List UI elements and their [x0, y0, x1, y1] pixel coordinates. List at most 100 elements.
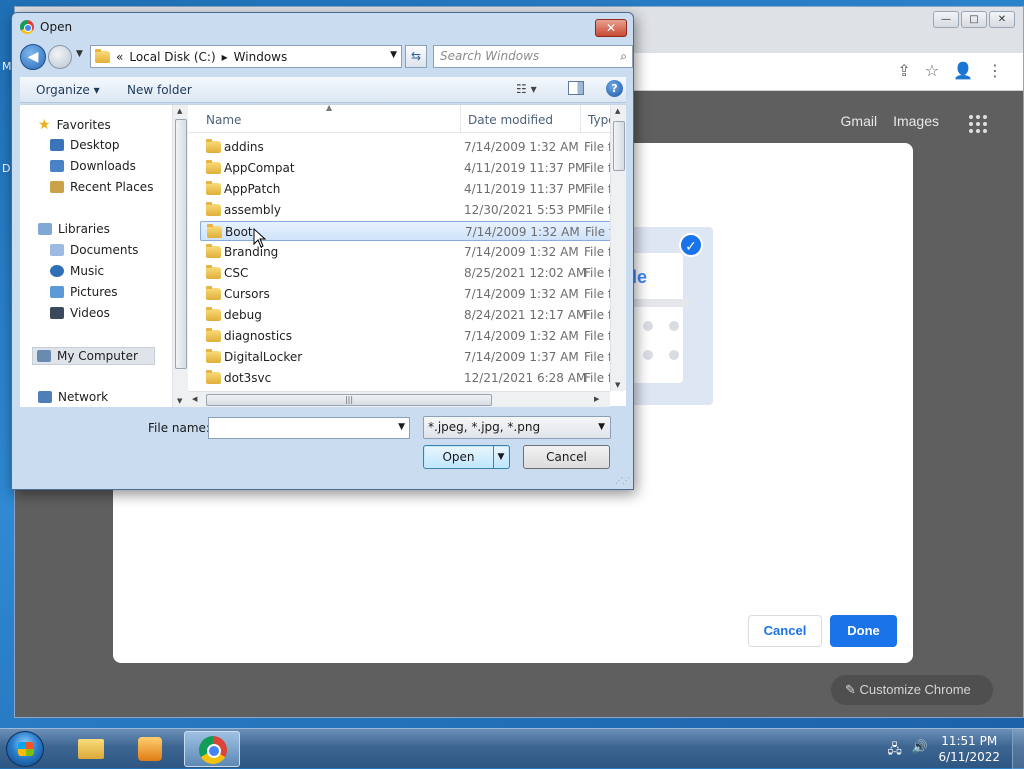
- file-row[interactable]: diagnostics7/14/2009 1:32 AMFile folder: [200, 326, 626, 346]
- network-tray-icon[interactable]: 🖧: [887, 740, 902, 762]
- preview-pane-icon[interactable]: [568, 81, 584, 95]
- column-name[interactable]: Name: [206, 113, 241, 127]
- nav-network[interactable]: Network: [38, 390, 108, 404]
- nav-desktop[interactable]: Desktop: [50, 138, 120, 152]
- file-row[interactable]: debug8/24/2021 12:17 AMFile folder: [200, 305, 626, 325]
- volume-icon[interactable]: 🔊: [912, 740, 928, 762]
- scroll-down-icon[interactable]: ▼: [615, 381, 620, 389]
- breadcrumb-separator[interactable]: ▸: [222, 50, 228, 64]
- folder-icon: [206, 328, 221, 342]
- start-button[interactable]: [6, 731, 44, 767]
- folder-icon: [78, 739, 104, 759]
- breadcrumb-local-disk[interactable]: Local Disk (C:): [129, 50, 215, 64]
- dialog-cancel-button[interactable]: Cancel: [523, 445, 610, 469]
- share-icon[interactable]: ⇪: [897, 61, 910, 80]
- close-button[interactable]: ✕: [989, 11, 1015, 28]
- file-row[interactable]: addins7/14/2009 1:32 AMFile folder: [200, 137, 626, 157]
- nav-pictures[interactable]: Pictures: [50, 285, 118, 299]
- filename-dropdown-icon[interactable]: ▼: [398, 422, 405, 432]
- show-desktop-button[interactable]: [1012, 729, 1024, 769]
- view-options-icon[interactable]: ☷ ▾: [516, 82, 537, 96]
- nav-libraries[interactable]: Libraries: [38, 222, 110, 236]
- scroll-down-icon[interactable]: ▼: [177, 397, 182, 405]
- filename-field[interactable]: ▼: [208, 417, 410, 439]
- taskbar: 🖧 🔊 11:51 PM 6/11/2022: [0, 728, 1024, 769]
- maximize-button[interactable]: □: [961, 11, 987, 28]
- customize-chrome-button[interactable]: ✎ Customize Chrome: [831, 675, 993, 705]
- resize-grip-icon[interactable]: ⋰⋰: [615, 476, 630, 485]
- file-row[interactable]: dot3svc12/21/2021 6:28 AMFile folder: [200, 368, 626, 388]
- nav-my-computer[interactable]: My Computer: [32, 347, 155, 365]
- navigation-bar: ◀ ▼ « Local Disk (C:) ▸ Windows ▼ ⇆ Sear…: [20, 43, 633, 71]
- modal-cancel-button[interactable]: Cancel: [748, 615, 822, 647]
- scrollbar-thumb[interactable]: [175, 119, 187, 369]
- address-dropdown-icon[interactable]: ▼: [390, 50, 397, 60]
- filetype-select[interactable]: *.jpeg, *.jpg, *.png ▼: [423, 416, 611, 439]
- scroll-up-icon[interactable]: ▲: [615, 107, 620, 115]
- file-date: 7/14/2009 1:32 AM: [465, 225, 580, 239]
- taskbar-explorer[interactable]: [62, 731, 118, 767]
- nav-music[interactable]: Music: [50, 264, 104, 278]
- address-bar[interactable]: « Local Disk (C:) ▸ Windows ▼: [90, 45, 402, 68]
- file-row[interactable]: CSC8/25/2021 12:02 AMFile folder: [200, 263, 626, 283]
- recent-locations-dropdown[interactable]: ▼: [76, 49, 83, 59]
- column-date-modified[interactable]: Date modified: [468, 113, 553, 127]
- address-overflow[interactable]: «: [116, 50, 123, 64]
- refresh-icon[interactable]: ⇆: [405, 45, 427, 68]
- nav-favorites[interactable]: ★ Favorites: [38, 117, 111, 133]
- taskbar-chrome[interactable]: [184, 731, 240, 767]
- taskbar-media-player[interactable]: [122, 731, 178, 767]
- filetype-dropdown-icon[interactable]: ▼: [598, 417, 605, 438]
- nav-downloads[interactable]: Downloads: [50, 159, 136, 173]
- file-row[interactable]: AppCompat4/11/2019 11:37 PMFile folder: [200, 158, 626, 178]
- file-name: debug: [224, 308, 262, 322]
- file-row[interactable]: AppPatch4/11/2019 11:37 PMFile folder: [200, 179, 626, 199]
- nav-pane-scrollbar[interactable]: ▲ ▼: [172, 105, 188, 407]
- file-name: Boot: [225, 225, 253, 239]
- search-input[interactable]: Search Windows ⌕: [433, 45, 633, 68]
- breadcrumb-windows[interactable]: Windows: [234, 50, 288, 64]
- scrollbar-thumb[interactable]: [613, 121, 625, 171]
- forward-arrow-icon[interactable]: [48, 45, 72, 69]
- new-folder-button[interactable]: New folder: [127, 83, 192, 97]
- back-arrow-icon[interactable]: ◀: [20, 44, 46, 70]
- clock[interactable]: 11:51 PM 6/11/2022: [938, 733, 1000, 765]
- scroll-left-icon[interactable]: ◀: [192, 395, 197, 403]
- pencil-icon: ✎: [845, 682, 860, 697]
- filename-label: File name:: [148, 421, 210, 435]
- folder-icon: [206, 307, 221, 321]
- minimize-button[interactable]: —: [933, 11, 959, 28]
- modal-done-button[interactable]: Done: [830, 615, 897, 647]
- dialog-close-button[interactable]: ✕: [595, 19, 627, 37]
- organize-button[interactable]: Organize ▾: [36, 83, 100, 97]
- scrollbar-thumb[interactable]: |||: [206, 394, 492, 406]
- folder-icon: [206, 286, 221, 300]
- open-split-dropdown-icon[interactable]: ▼: [495, 446, 507, 468]
- file-list-hscrollbar[interactable]: ◀ ||| ▶: [188, 391, 610, 407]
- scroll-up-icon[interactable]: ▲: [177, 107, 182, 115]
- file-date: 7/14/2009 1:32 AM: [464, 245, 579, 259]
- open-button[interactable]: Open ▼: [423, 445, 510, 469]
- open-button-label[interactable]: Open: [424, 446, 494, 468]
- file-row[interactable]: Cursors7/14/2009 1:32 AMFile folder: [200, 284, 626, 304]
- menu-kebab-icon[interactable]: ⋮: [987, 61, 1003, 80]
- help-icon[interactable]: ?: [606, 80, 623, 97]
- chrome-icon: [199, 736, 227, 764]
- bookmark-star-icon[interactable]: ☆: [925, 61, 939, 80]
- folder-icon: [206, 265, 221, 279]
- videos-icon: [50, 307, 64, 319]
- scroll-right-icon[interactable]: ▶: [594, 395, 599, 403]
- profile-icon[interactable]: 👤: [953, 61, 973, 80]
- file-row[interactable]: DigitalLocker7/14/2009 1:37 AMFile folde…: [200, 347, 626, 367]
- file-row[interactable]: assembly12/30/2021 5:53 PMFile folder: [200, 200, 626, 220]
- apps-grid-icon[interactable]: [969, 115, 987, 133]
- images-link[interactable]: Images: [893, 113, 939, 133]
- nav-documents[interactable]: Documents: [50, 243, 138, 257]
- media-player-icon: [138, 737, 162, 761]
- file-list-vscrollbar[interactable]: ▲ ▼: [610, 105, 626, 391]
- gmail-link[interactable]: Gmail: [841, 113, 878, 133]
- navigation-pane: ★ Favorites Desktop Downloads Recent Pla…: [20, 105, 172, 407]
- nav-recent-places[interactable]: Recent Places: [50, 180, 153, 194]
- nav-videos[interactable]: Videos: [50, 306, 110, 320]
- open-file-dialog: Open ✕ ◀ ▼ « Local Disk (C:) ▸ Windows ▼…: [11, 12, 634, 490]
